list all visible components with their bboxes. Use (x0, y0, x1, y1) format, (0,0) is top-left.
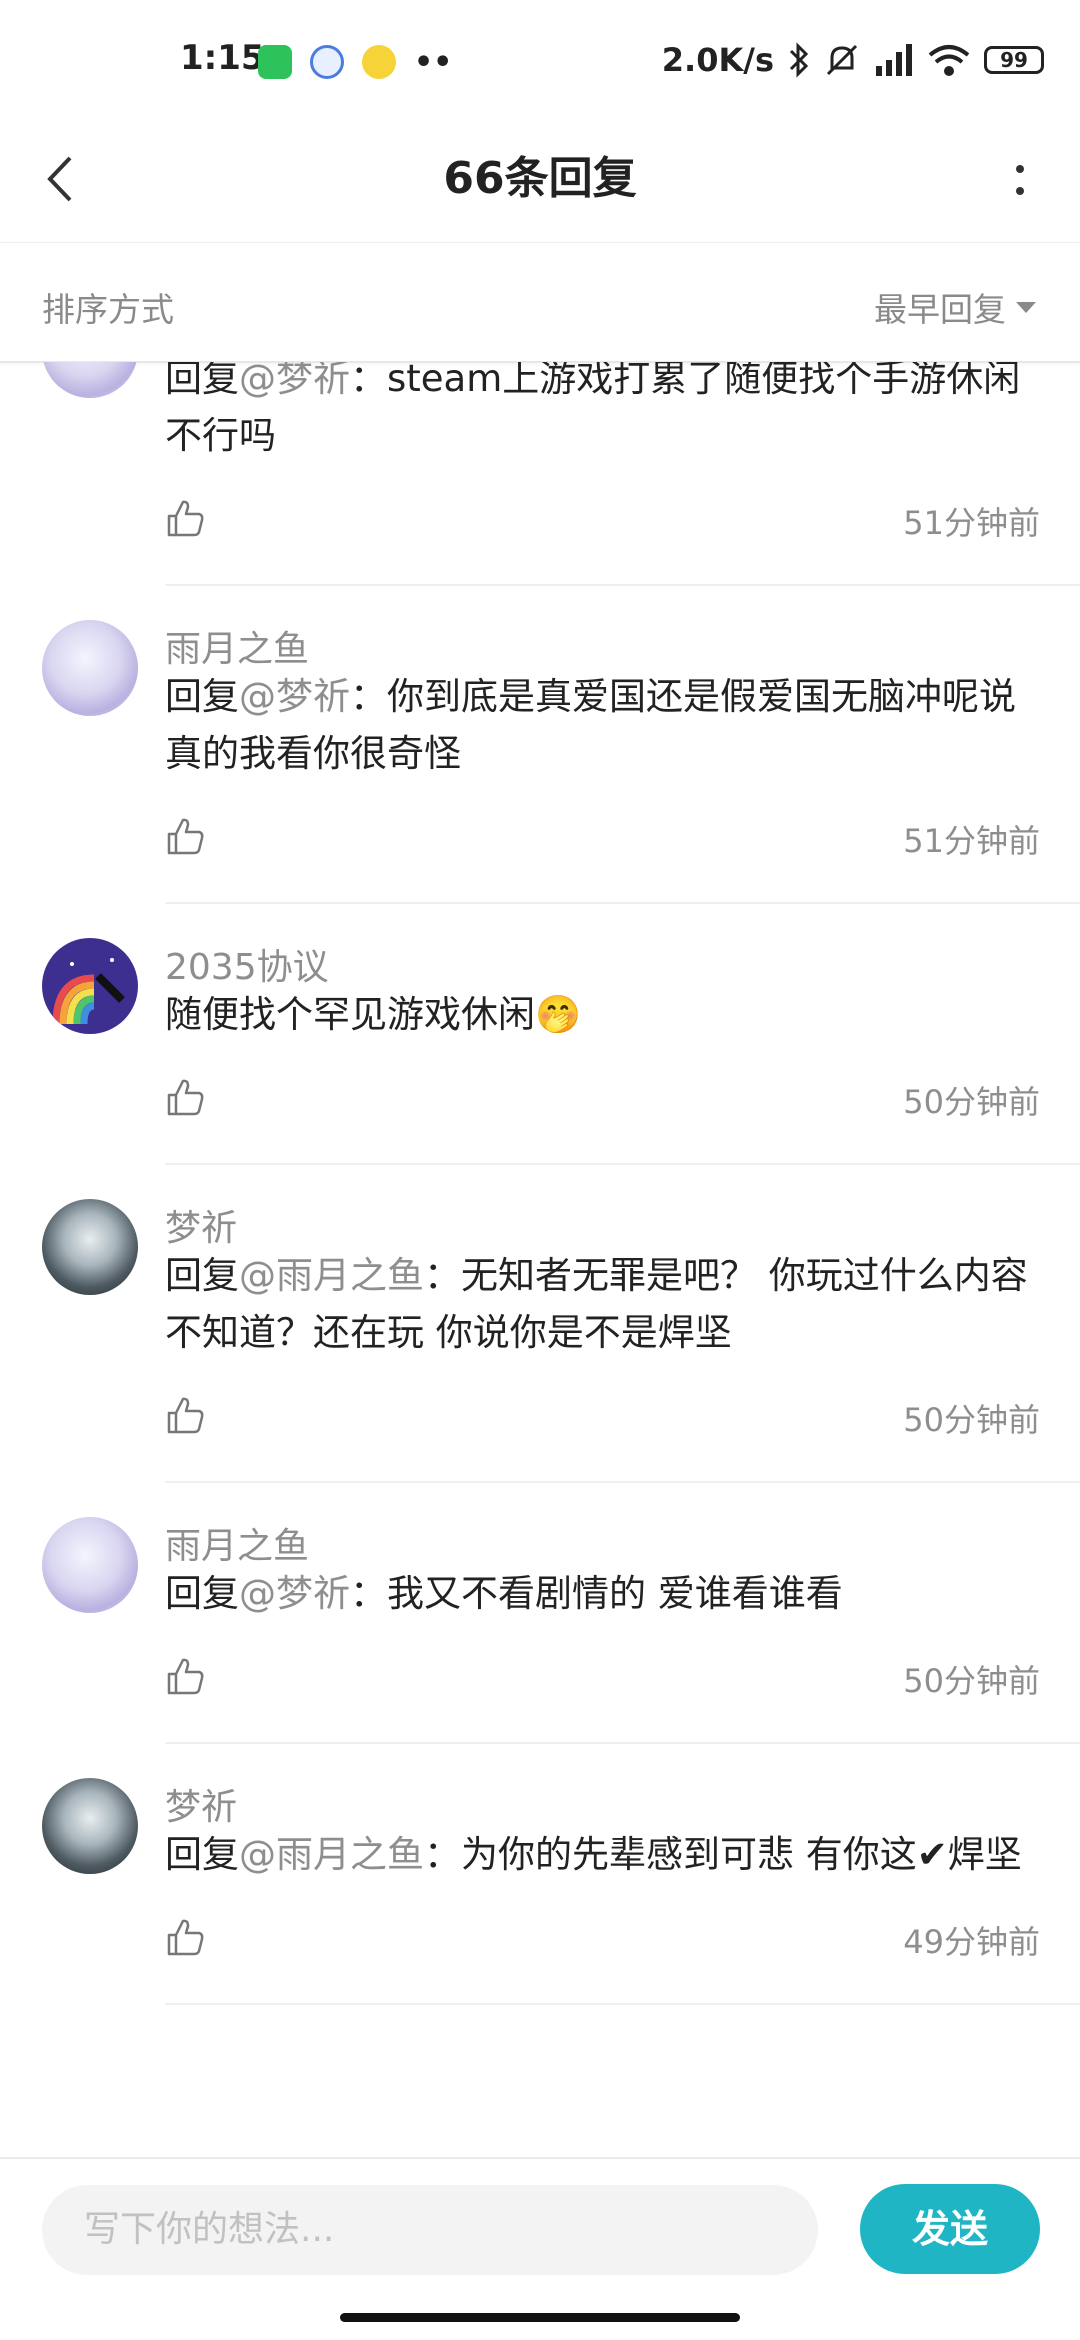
comment-username[interactable]: 梦祈 (165, 1165, 1080, 1249)
comment-text: 随便找个罕见游戏休闲🤭 (165, 986, 1080, 1043)
signal-icon (876, 44, 912, 76)
comment-username[interactable]: 2035协议 (165, 904, 1080, 988)
comment-meta: 50分钟前 (165, 1622, 1080, 1742)
comment-body: 我又不看剧情的 爱谁看谁看 (387, 1572, 843, 1615)
home-indicator[interactable] (340, 2313, 740, 2322)
comment-username[interactable]: 雨月之鱼 (165, 1483, 1080, 1567)
battery-level: 99 (1000, 48, 1028, 72)
comment-item: 梦祈 回复@雨月之鱼：无知者无罪是吧？ 你玩过什么内容不知道？还在玩 你说你是不… (42, 1165, 1080, 1483)
mute-icon (826, 44, 858, 76)
comment-text: 回复@雨月之鱼：无知者无罪是吧？ 你玩过什么内容不知道？还在玩 你说你是不是焊坚 (165, 1247, 1080, 1361)
comment-time: 49分钟前 (903, 1923, 1040, 1961)
sort-label: 排序方式 (42, 290, 174, 329)
avatar[interactable] (42, 938, 138, 1034)
reply-prefix: 回复 (165, 362, 239, 400)
mention-link[interactable]: @梦祈 (239, 1572, 350, 1615)
comment-text: 回复@梦祈：我又不看剧情的 爱谁看谁看 (165, 1565, 1080, 1622)
reply-prefix: 回复 (165, 1572, 239, 1615)
comment-list[interactable]: 回复@梦祈：steam上游戏打累了随便找个手游休闲不行吗 51分钟前 雨月之鱼 … (0, 362, 1080, 2157)
reply-prefix: 回复 (165, 1833, 239, 1876)
avatar[interactable] (42, 1517, 138, 1613)
status-app-icons: •• (258, 44, 452, 80)
sort-bar: 排序方式 最早回复 (0, 243, 1080, 363)
comment-username[interactable]: 梦祈 (165, 1744, 1080, 1828)
comment-meta: 50分钟前 (165, 1361, 1080, 1481)
avatar[interactable] (42, 1778, 138, 1874)
avatar[interactable] (42, 620, 138, 716)
network-speed: 2.0K/s (661, 41, 774, 79)
reply-separator: ： (350, 675, 387, 718)
comment-time: 51分钟前 (903, 822, 1040, 860)
avatar[interactable] (42, 362, 138, 398)
sort-dropdown[interactable]: 最早回复 (874, 283, 1036, 331)
cloud-icon (310, 45, 344, 79)
comment-body: 随便找个罕见游戏休闲🤭 (165, 993, 582, 1036)
rainbow-icon (52, 958, 125, 1025)
status-time: 1:15 (180, 38, 265, 78)
send-button[interactable]: 发送 (860, 2184, 1040, 2274)
comment-text: 回复@梦祈：你到底是真爱国还是假爱国无脑冲呢说真的我看你很奇怪 (165, 668, 1080, 782)
dropdown-arrow-icon (1016, 301, 1036, 313)
reply-separator: ： (350, 362, 387, 400)
more-options-button[interactable] (1010, 148, 1030, 212)
thumbs-up-icon[interactable] (165, 498, 205, 538)
page-title: 66条回复 (443, 153, 637, 204)
comment-body: 为你的先辈感到可悲 有你这✔焊坚 (461, 1833, 1022, 1876)
comment-item: 梦祈 回复@雨月之鱼：为你的先辈感到可悲 有你这✔焊坚 49分钟前 (42, 1744, 1080, 2005)
thumbs-up-icon[interactable] (165, 1656, 205, 1696)
comment-item: 雨月之鱼 回复@梦祈：我又不看剧情的 爱谁看谁看 50分钟前 (42, 1483, 1080, 1744)
sort-selected-value: 最早回复 (874, 290, 1006, 329)
comment-input[interactable]: 写下你的想法... (42, 2185, 818, 2275)
more-notifications-icon: •• (414, 44, 453, 80)
thumbs-up-icon[interactable] (165, 1917, 205, 1957)
status-bar: 1:15 •• 2.0K/s 99 (0, 0, 1080, 120)
battery-icon: 99 (984, 46, 1044, 74)
wechat-icon (258, 45, 292, 79)
comment-time: 51分钟前 (903, 504, 1040, 542)
comment-meta: 50分钟前 (165, 1043, 1080, 1163)
comment-item: 回复@梦祈：steam上游戏打累了随便找个手游休闲不行吗 51分钟前 (42, 362, 1080, 586)
comment-text: 回复@梦祈：steam上游戏打累了随便找个手游休闲不行吗 (165, 362, 1080, 464)
status-indicators: 2.0K/s 99 (662, 40, 1044, 80)
comment-time: 50分钟前 (903, 1401, 1040, 1439)
comment-meta: 51分钟前 (165, 464, 1080, 584)
thumbs-up-icon[interactable] (165, 816, 205, 856)
mention-link[interactable]: @梦祈 (239, 675, 350, 718)
comment-meta: 49分钟前 (165, 1883, 1080, 2003)
thumbs-up-icon[interactable] (165, 1077, 205, 1117)
reply-separator: ： (350, 1572, 387, 1615)
comment-username[interactable]: 雨月之鱼 (165, 586, 1080, 670)
thumbs-up-icon[interactable] (165, 1395, 205, 1435)
comment-composer: 写下你的想法... 发送 (0, 2157, 1080, 2299)
top-app-bar: 66条回复 (0, 120, 1080, 243)
reply-prefix: 回复 (165, 675, 239, 718)
reply-separator: ： (424, 1833, 461, 1876)
mention-link[interactable]: @雨月之鱼 (239, 1254, 424, 1297)
comment-time: 50分钟前 (903, 1662, 1040, 1700)
comment-item: 雨月之鱼 回复@梦祈：你到底是真爱国还是假爱国无脑冲呢说真的我看你很奇怪 51分… (42, 586, 1080, 904)
comment-meta: 51分钟前 (165, 782, 1080, 902)
comment-text: 回复@雨月之鱼：为你的先辈感到可悲 有你这✔焊坚 (165, 1826, 1080, 1883)
qq-music-icon (362, 45, 396, 79)
bluetooth-icon (789, 42, 809, 78)
comment-time: 50分钟前 (903, 1083, 1040, 1121)
reply-separator: ： (424, 1254, 461, 1297)
mention-link[interactable]: @梦祈 (239, 362, 350, 400)
avatar[interactable] (42, 1199, 138, 1295)
comment-item: 2035协议 随便找个罕见游戏休闲🤭 50分钟前 (42, 904, 1080, 1165)
reply-prefix: 回复 (165, 1254, 239, 1297)
wifi-icon (928, 45, 970, 76)
mention-link[interactable]: @雨月之鱼 (239, 1833, 424, 1876)
